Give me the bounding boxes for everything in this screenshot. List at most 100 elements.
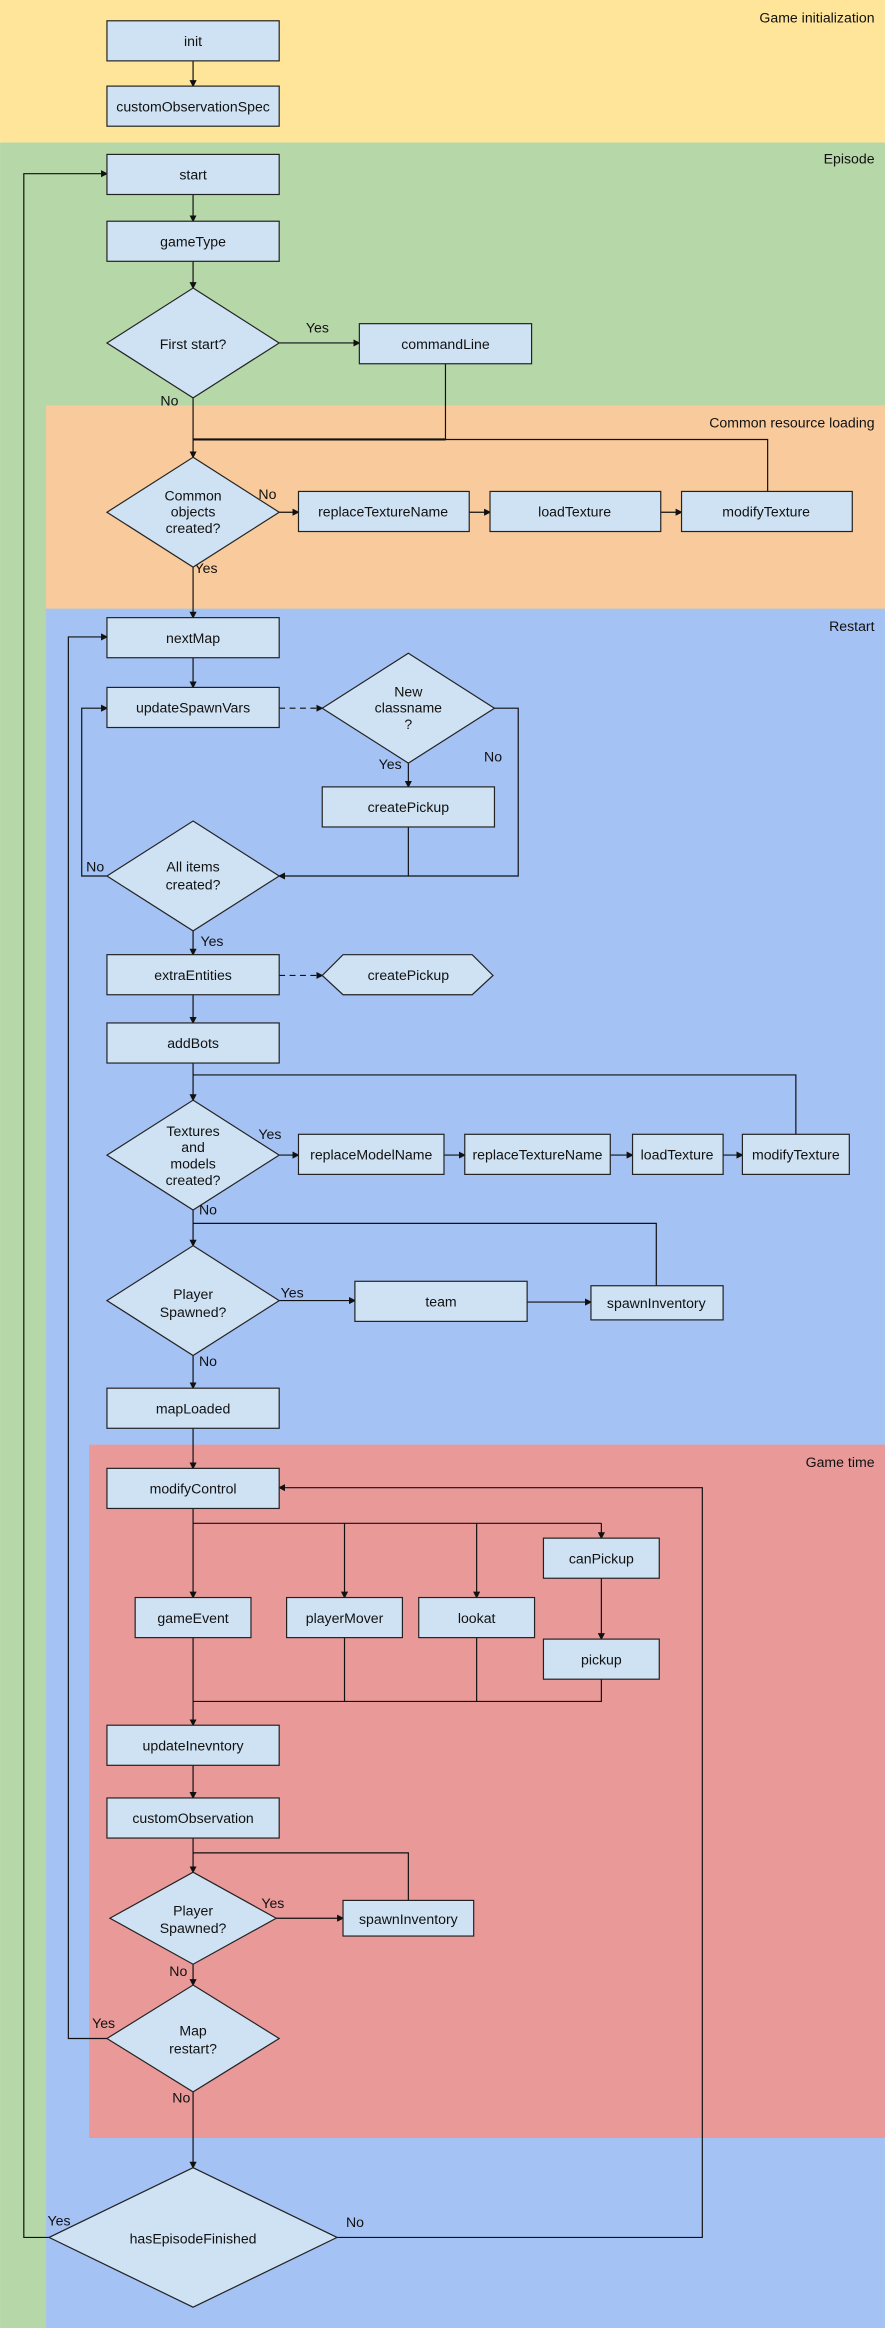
node-label: modifyTexture xyxy=(752,1147,840,1163)
label-yes: Yes xyxy=(200,933,223,949)
node-label: replaceTextureName xyxy=(318,504,448,520)
node-spawn-inventory-1[interactable]: spawnInventory xyxy=(590,1285,724,1321)
label-no: No xyxy=(484,749,502,765)
node-label: hasEpisodeFinished xyxy=(130,2230,257,2246)
node-pickup[interactable]: pickup xyxy=(542,1638,660,1680)
node-label: Map xyxy=(179,2023,207,2039)
label-yes: Yes xyxy=(48,2213,71,2229)
node-label: customObservation xyxy=(132,1810,253,1826)
node-label: team xyxy=(425,1294,456,1310)
node-label: spawnInventory xyxy=(607,1295,707,1311)
region-title-init: Game initialization xyxy=(759,9,874,25)
node-label: Common xyxy=(164,487,221,503)
label-no: No xyxy=(346,2214,364,2230)
node-map-loaded[interactable]: mapLoaded xyxy=(106,1387,280,1429)
node-label: gameEvent xyxy=(157,1610,228,1626)
node-load-texture-1[interactable]: loadTexture xyxy=(489,490,662,533)
node-label: loadTexture xyxy=(641,1147,714,1163)
label-no: No xyxy=(258,486,276,502)
node-spawn-inventory-2[interactable]: spawnInventory xyxy=(342,1899,475,1937)
node-replace-texture-name-1[interactable]: replaceTextureName xyxy=(297,490,470,533)
node-label: spawnInventory xyxy=(359,1911,459,1927)
node-init[interactable]: init xyxy=(106,20,280,62)
node-replace-model-name[interactable]: replaceModelName xyxy=(297,1133,445,1175)
label-no: No xyxy=(199,1353,217,1369)
label-yes: Yes xyxy=(379,756,402,772)
node-load-texture-2[interactable]: loadTexture xyxy=(631,1133,724,1175)
node-add-bots[interactable]: addBots xyxy=(106,1022,280,1064)
node-label: Player xyxy=(173,1902,213,1918)
region-title-gametime: Game time xyxy=(806,1454,875,1470)
node-label: objects xyxy=(171,504,216,520)
node-label: playerMover xyxy=(306,1610,384,1626)
label-no: No xyxy=(172,2089,190,2105)
node-label: loadTexture xyxy=(538,504,611,520)
label-yes: Yes xyxy=(258,1126,281,1142)
node-can-pickup[interactable]: canPickup xyxy=(542,1537,660,1579)
node-label: First start? xyxy=(160,336,227,352)
node-label: customObservationSpec xyxy=(116,98,270,114)
node-next-map[interactable]: nextMap xyxy=(106,617,280,659)
region-title-restart: Restart xyxy=(829,618,875,634)
node-create-pickup-1[interactable]: createPickup xyxy=(321,786,496,828)
node-player-mover[interactable]: playerMover xyxy=(286,1596,404,1639)
node-label: mapLoaded xyxy=(156,1400,230,1416)
node-label: addBots xyxy=(167,1035,219,1051)
node-label: pickup xyxy=(581,1651,622,1667)
node-label: Spawned? xyxy=(160,1920,227,1936)
node-label: start xyxy=(179,167,206,183)
node-label: Textures xyxy=(166,1123,219,1139)
node-replace-texture-name-2[interactable]: replaceTextureName xyxy=(464,1133,611,1175)
node-label: createPickup xyxy=(368,967,450,983)
node-label: nextMap xyxy=(166,630,220,646)
node-label: createPickup xyxy=(368,799,450,815)
node-label: commandLine xyxy=(401,336,490,352)
node-label: created? xyxy=(166,520,221,536)
node-update-spawn-vars[interactable]: updateSpawnVars xyxy=(106,686,280,729)
node-label: models xyxy=(170,1155,215,1171)
label-yes: Yes xyxy=(261,1895,284,1911)
node-label: Player xyxy=(173,1286,213,1302)
node-label: created? xyxy=(166,876,221,892)
region-title-episode: Episode xyxy=(824,150,875,166)
node-command-line[interactable]: commandLine xyxy=(358,323,533,365)
node-label: replaceTextureName xyxy=(472,1147,602,1163)
label-no: No xyxy=(86,859,104,875)
node-label: classname xyxy=(375,700,443,716)
node-game-event[interactable]: gameEvent xyxy=(134,1596,252,1639)
node-label: All items xyxy=(166,859,219,875)
node-start[interactable]: start xyxy=(106,153,280,196)
node-create-pickup-2[interactable]: createPickup xyxy=(321,954,494,996)
region-title-common: Common resource loading xyxy=(709,415,874,431)
node-label: New xyxy=(394,683,423,699)
node-team[interactable]: team xyxy=(354,1280,528,1322)
node-custom-observation[interactable]: customObservation xyxy=(106,1797,280,1839)
flowchart: Game initialization Episode Common resou… xyxy=(0,0,885,2328)
node-label: ? xyxy=(404,716,412,732)
node-label: created? xyxy=(166,1172,221,1188)
node-label: modifyControl xyxy=(150,1481,237,1497)
node-label: modifyTexture xyxy=(722,504,810,520)
node-modify-texture-1[interactable]: modifyTexture xyxy=(680,490,853,533)
label-no: No xyxy=(160,392,178,408)
node-label: canPickup xyxy=(569,1550,634,1566)
node-game-type[interactable]: gameType xyxy=(106,220,280,262)
node-modify-texture-2[interactable]: modifyTexture xyxy=(741,1133,850,1175)
label-yes: Yes xyxy=(92,2015,115,2031)
node-label: gameType xyxy=(160,233,226,249)
label-yes: Yes xyxy=(306,320,329,336)
label-no: No xyxy=(169,1963,187,1979)
label-yes: Yes xyxy=(281,1285,304,1301)
node-label: init xyxy=(184,33,202,49)
node-update-inventory[interactable]: updateInevntory xyxy=(106,1724,280,1766)
node-label: Spawned? xyxy=(160,1304,227,1320)
node-extra-entities[interactable]: extraEntities xyxy=(106,954,280,996)
node-label: and xyxy=(181,1139,205,1155)
node-label: updateSpawnVars xyxy=(136,700,250,716)
node-label: lookat xyxy=(458,1610,496,1626)
node-lookat[interactable]: lookat xyxy=(418,1596,536,1639)
node-custom-observation-spec[interactable]: customObservationSpec xyxy=(106,85,280,127)
node-label: replaceModelName xyxy=(310,1147,432,1163)
node-modify-control[interactable]: modifyControl xyxy=(106,1467,280,1510)
node-label: updateInevntory xyxy=(143,1737,245,1753)
